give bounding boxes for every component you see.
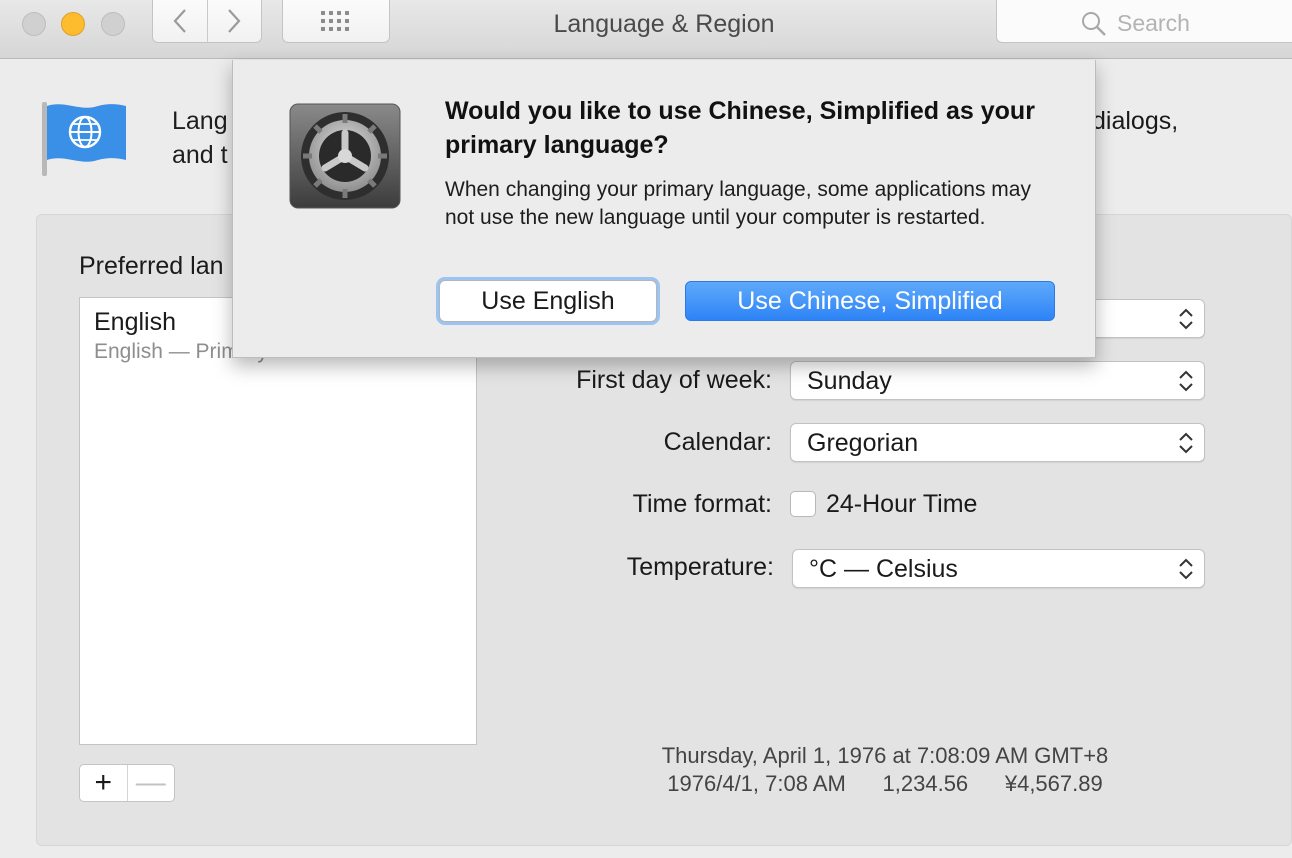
language-name: English	[94, 308, 176, 336]
24-hour-time-checkbox[interactable]	[790, 491, 816, 517]
first-day-popup[interactable]: Sunday	[790, 361, 1205, 400]
time-format-label: Time format:	[632, 490, 772, 518]
dialog-message: Would you like to use Chinese, Simplifie…	[445, 97, 1035, 159]
sample-format-line: 1976/4/1, 7:08 AM 1,234.56 ¥4,567.89	[667, 771, 1103, 796]
remove-language-button[interactable]: —	[126, 765, 175, 801]
system-preferences-gear-icon	[289, 103, 401, 209]
search-icon	[1082, 12, 1106, 36]
up-down-arrows-icon	[1179, 370, 1193, 392]
calendar-label: Calendar:	[663, 428, 772, 456]
use-english-button[interactable]: Use English	[439, 280, 657, 322]
add-remove-control: + —	[79, 764, 175, 802]
search-field[interactable]: Search	[996, 0, 1292, 43]
first-day-label: First day of week:	[576, 366, 772, 394]
sample-date-line: Thursday, April 1, 1976 at 7:08:09 AM GM…	[661, 743, 1109, 768]
24-hour-time-label[interactable]: 24-Hour Time	[826, 490, 977, 519]
add-language-button[interactable]: +	[80, 765, 127, 801]
temperature-label: Temperature:	[626, 553, 774, 581]
preferred-languages-label: Preferred lan	[79, 252, 224, 280]
calendar-value: Gregorian	[807, 429, 919, 457]
flag-globe-icon	[42, 102, 126, 176]
up-down-arrows-icon	[1179, 432, 1193, 454]
title-bar: Language & Region Search	[0, 0, 1292, 59]
use-chinese-simplified-button[interactable]: Use Chinese, Simplified	[685, 281, 1055, 321]
description-line1-end: dialogs,	[1092, 107, 1179, 135]
temperature-value: °C — Celsius	[809, 555, 958, 583]
primary-language-sheet: Would you like to use Chinese, Simplifie…	[232, 60, 1096, 358]
search-placeholder: Search	[1117, 10, 1190, 36]
dialog-informative-text: When changing your primary language, som…	[445, 178, 1031, 229]
temperature-popup[interactable]: °C — Celsius	[792, 549, 1205, 588]
calendar-popup[interactable]: Gregorian	[790, 423, 1205, 462]
first-day-value: Sunday	[807, 367, 892, 395]
up-down-arrows-icon	[1179, 558, 1193, 580]
up-down-arrows-icon	[1179, 308, 1193, 330]
preferred-languages-list[interactable]: English English — Primary	[79, 297, 477, 745]
